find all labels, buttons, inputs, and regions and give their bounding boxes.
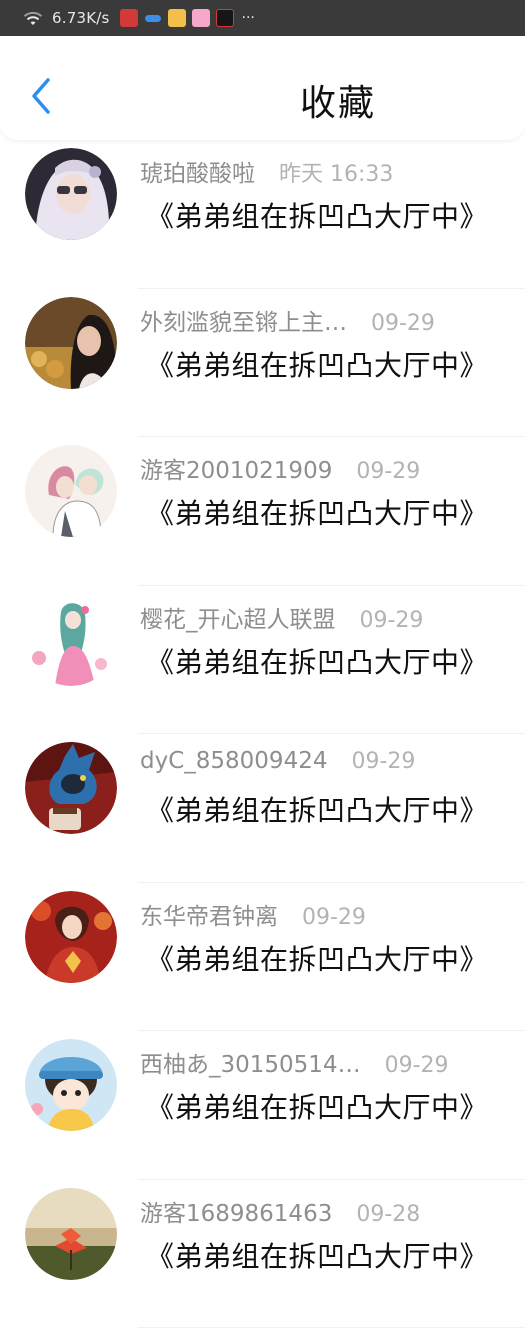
item-meta: 游客1689861463 09-28 bbox=[140, 1194, 420, 1228]
item-meta: 游客2001021909 09-29 bbox=[140, 451, 420, 485]
avatar[interactable] bbox=[25, 297, 117, 389]
status-bar: 6.73K/s ··· bbox=[0, 0, 525, 36]
item-meta: 琥珀酸酸啦 昨天 16:33 bbox=[140, 154, 393, 188]
back-button[interactable] bbox=[22, 74, 62, 118]
post-title[interactable]: 《弟弟组在拆凹凸大厅中》 bbox=[146, 1235, 488, 1275]
item-meta: 西柚あ_30150514… 09-29 bbox=[140, 1045, 449, 1079]
item-meta: 外刻滥貌至锵上主… 09-29 bbox=[140, 303, 435, 337]
avatar[interactable] bbox=[25, 594, 117, 686]
item-meta: 樱花_开心超人联盟 09-29 bbox=[140, 600, 423, 634]
post-title[interactable]: 《弟弟组在拆凹凸大厅中》 bbox=[146, 344, 488, 384]
wifi-icon bbox=[22, 9, 44, 27]
app-notification-icon bbox=[168, 9, 186, 27]
header: 收藏 bbox=[0, 36, 525, 140]
item-meta: dyC_858009424 09-29 bbox=[140, 748, 415, 774]
list-item[interactable]: 游客2001021909 09-29 《弟弟组在拆凹凸大厅中》 bbox=[0, 437, 525, 586]
username[interactable]: 游客2001021909 bbox=[140, 451, 332, 485]
list-item[interactable]: 西柚あ_30150514… 09-29 《弟弟组在拆凹凸大厅中》 bbox=[0, 1031, 525, 1180]
list-item[interactable]: 樱花_开心超人联盟 09-29 《弟弟组在拆凹凸大厅中》 bbox=[0, 586, 525, 735]
username[interactable]: 樱花_开心超人联盟 bbox=[140, 600, 336, 634]
post-title[interactable]: 《弟弟组在拆凹凸大厅中》 bbox=[146, 641, 488, 681]
post-title[interactable]: 《弟弟组在拆凹凸大厅中》 bbox=[146, 789, 488, 829]
username[interactable]: 西柚あ_30150514… bbox=[140, 1045, 361, 1079]
cloud-icon bbox=[144, 9, 162, 27]
avatar[interactable] bbox=[25, 742, 117, 834]
avatar[interactable] bbox=[25, 1188, 117, 1280]
timestamp: 09-28 bbox=[356, 1202, 420, 1227]
avatar[interactable] bbox=[25, 148, 117, 240]
list-item[interactable]: 琥珀酸酸啦 昨天 16:33 《弟弟组在拆凹凸大厅中》 bbox=[0, 140, 525, 289]
list-item[interactable]: 外刻滥貌至锵上主… 09-29 《弟弟组在拆凹凸大厅中》 bbox=[0, 289, 525, 438]
username[interactable]: dyC_858009424 bbox=[140, 748, 327, 774]
list-item[interactable]: 东华帝君钟离 09-29 《弟弟组在拆凹凸大厅中》 bbox=[0, 883, 525, 1032]
username[interactable]: 东华帝君钟离 bbox=[140, 897, 278, 931]
post-title[interactable]: 《弟弟组在拆凹凸大厅中》 bbox=[146, 1086, 488, 1126]
timestamp: 昨天 16:33 bbox=[279, 156, 393, 188]
avatar[interactable] bbox=[25, 891, 117, 983]
avatar[interactable] bbox=[25, 445, 117, 537]
avatar[interactable] bbox=[25, 1039, 117, 1131]
list-item[interactable]: dyC_858009424 09-29 《弟弟组在拆凹凸大厅中》 bbox=[0, 734, 525, 883]
timestamp: 09-29 bbox=[371, 311, 435, 336]
timestamp: 09-29 bbox=[360, 608, 424, 633]
network-speed: 6.73K/s bbox=[52, 9, 110, 27]
post-title[interactable]: 《弟弟组在拆凹凸大厅中》 bbox=[146, 492, 488, 532]
timestamp: 09-29 bbox=[356, 459, 420, 484]
list-item[interactable]: 游客1689861463 09-28 《弟弟组在拆凹凸大厅中》 bbox=[0, 1180, 525, 1328]
timestamp: 09-29 bbox=[302, 905, 366, 930]
microphone-icon bbox=[120, 9, 138, 27]
page-title: 收藏 bbox=[300, 74, 500, 126]
item-meta: 东华帝君钟离 09-29 bbox=[140, 897, 366, 931]
post-title[interactable]: 《弟弟组在拆凹凸大厅中》 bbox=[146, 938, 488, 978]
app-notification-icon bbox=[192, 9, 210, 27]
favorites-list: 琥珀酸酸啦 昨天 16:33 《弟弟组在拆凹凸大厅中》 外刻滥貌至锵上主… 09… bbox=[0, 140, 525, 1328]
timestamp: 09-29 bbox=[385, 1053, 449, 1078]
username[interactable]: 游客1689861463 bbox=[140, 1194, 332, 1228]
username[interactable]: 外刻滥貌至锵上主… bbox=[140, 303, 347, 337]
more-notifications-icon: ··· bbox=[242, 10, 255, 26]
username[interactable]: 琥珀酸酸啦 bbox=[140, 154, 255, 188]
post-title[interactable]: 《弟弟组在拆凹凸大厅中》 bbox=[146, 195, 488, 235]
timestamp: 09-29 bbox=[351, 749, 415, 774]
app-notification-icon bbox=[216, 9, 234, 27]
